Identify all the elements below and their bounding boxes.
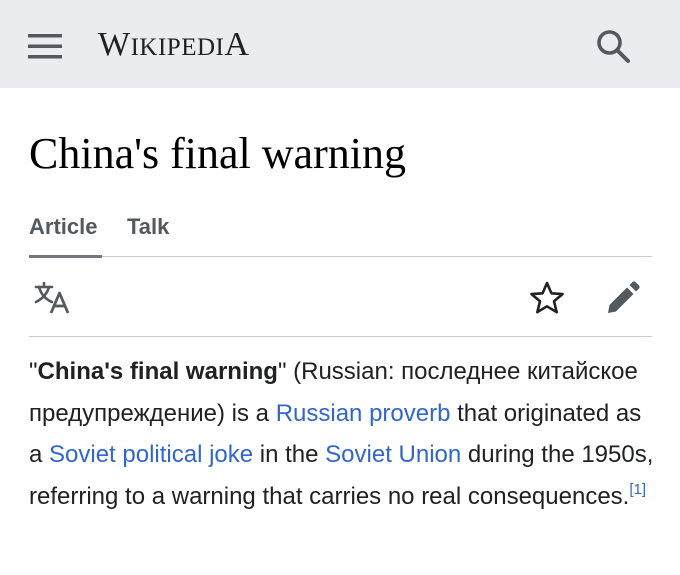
lead-paragraph: "China's final warning" (Russian: послед… <box>29 351 655 517</box>
wikipedia-wordmark[interactable]: WIKIPEDIA <box>98 22 249 68</box>
star-icon[interactable] <box>527 278 567 318</box>
tab-article[interactable]: Article <box>29 209 102 258</box>
wordmark-middle: IKIPEDI <box>130 34 225 61</box>
wordmark-final: A <box>224 26 250 63</box>
search-icon[interactable] <box>590 26 636 66</box>
hamburger-menu-icon[interactable] <box>22 26 68 66</box>
page-actions-toolbar <box>29 258 652 337</box>
link-soviet-union[interactable]: Soviet Union <box>325 441 461 468</box>
page-tabs: Article Talk <box>29 209 652 258</box>
language-icon[interactable] <box>33 278 73 318</box>
app-header: WIKIPEDIA <box>0 0 680 88</box>
tab-talk[interactable]: Talk <box>127 209 169 257</box>
bold-term: China's final warning <box>37 358 278 385</box>
quote-open: " <box>29 358 38 385</box>
link-soviet-political-joke[interactable]: Soviet political joke <box>49 441 253 468</box>
lead-text-3: in the <box>253 441 326 468</box>
citation-link[interactable]: [1] <box>629 481 646 498</box>
link-russian-proverb[interactable]: Russian proverb <box>276 400 451 427</box>
page-title: China's final warning <box>29 129 406 178</box>
wordmark-initial: W <box>98 26 131 63</box>
pencil-icon[interactable] <box>603 278 643 318</box>
